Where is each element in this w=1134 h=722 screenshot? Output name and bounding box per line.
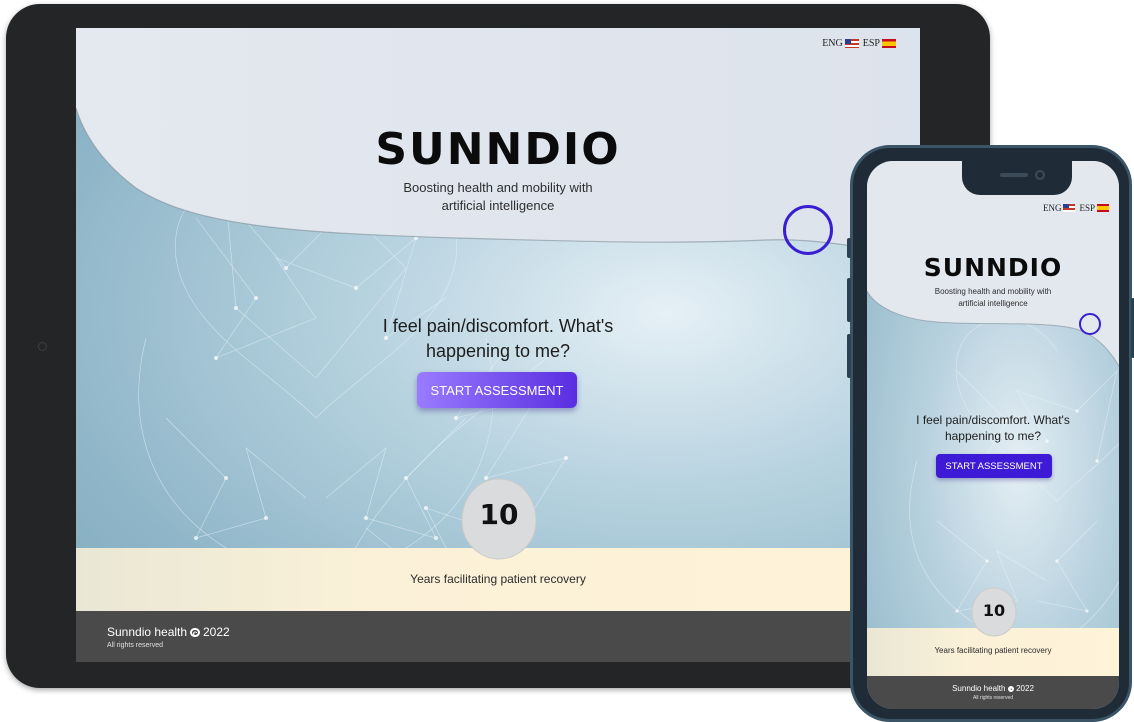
speaker-icon (1000, 173, 1028, 177)
language-option-eng[interactable]: ENG (1043, 203, 1076, 213)
stat-label: Years facilitating patient recovery (410, 572, 586, 586)
copyright-icon: c (190, 628, 200, 638)
stat-label: Years facilitating patient recovery (934, 646, 1052, 655)
language-code: ESP (1079, 203, 1095, 213)
start-assessment-button[interactable]: START ASSESSMENT (417, 372, 577, 408)
language-code: ENG (822, 38, 843, 49)
brand-logo: SUNNDIO (923, 253, 1063, 282)
language-switcher: ENG ESP (822, 38, 896, 49)
footer-rights: All rights reserved (107, 642, 164, 649)
language-code: ENG (1042, 203, 1062, 213)
hero-question: I feel pain/discomfort. What's happening… (382, 316, 614, 361)
decorative-ring (783, 205, 833, 255)
phone-volume-up-button (847, 278, 851, 322)
stat-value: 10 (982, 601, 1006, 620)
tablet-camera-icon (38, 342, 47, 351)
tagline: Boosting health and mobility with artifi… (403, 180, 593, 213)
phone-side-button (847, 238, 851, 258)
footer-year: 2022 (203, 625, 230, 639)
copyright-icon: c (1007, 685, 1014, 693)
language-option-eng[interactable]: ENG (822, 38, 859, 49)
brand-logo: SUNNDIO (375, 124, 621, 175)
footer-year: 2022 (1016, 684, 1034, 693)
device-mockup-stage: ENG ESP SUNNDIO Boosting health and mobi… (0, 0, 1134, 722)
stat-value: 10 (479, 498, 519, 531)
footer: Sunndio health c 2022 All rights reserve… (867, 676, 1119, 709)
spain-flag-icon (1097, 204, 1109, 212)
footer-brand: Sunndio health c 2022 (867, 684, 1119, 693)
footer-brand: Sunndio health c 2022 (107, 625, 230, 639)
language-code: ESP (862, 38, 880, 49)
footer-brand-name: Sunndio health (107, 625, 188, 639)
tagline: Boosting health and mobility with artifi… (934, 287, 1052, 308)
language-switcher: ENG ESP (1043, 203, 1109, 213)
hero-question: I feel pain/discomfort. What's happening… (916, 413, 1070, 443)
tablet-device: ENG ESP SUNNDIO Boosting health and mobi… (6, 4, 990, 688)
phone-device: ENG ESP SUNNDIO Boosting health and mobi… (847, 145, 1134, 722)
phone-volume-down-button (847, 334, 851, 378)
phone-notch (962, 161, 1072, 195)
spain-flag-icon (882, 39, 896, 48)
decorative-ring (1079, 313, 1101, 335)
language-option-esp[interactable]: ESP (863, 38, 896, 49)
phone-screen: ENG ESP SUNNDIO Boosting health and mobi… (867, 161, 1119, 709)
us-flag-icon (844, 39, 859, 48)
footer-rights: All rights reserved (972, 695, 1013, 701)
footer-brand-name: Sunndio health (952, 684, 1006, 693)
language-option-esp[interactable]: ESP (1079, 203, 1109, 213)
footer: Sunndio health c 2022 All rights reserve… (76, 611, 920, 662)
front-camera-icon (1035, 170, 1045, 180)
tablet-screen: ENG ESP SUNNDIO Boosting health and mobi… (76, 28, 920, 662)
start-assessment-button[interactable]: START ASSESSMENT (936, 454, 1052, 478)
us-flag-icon (1063, 204, 1076, 212)
